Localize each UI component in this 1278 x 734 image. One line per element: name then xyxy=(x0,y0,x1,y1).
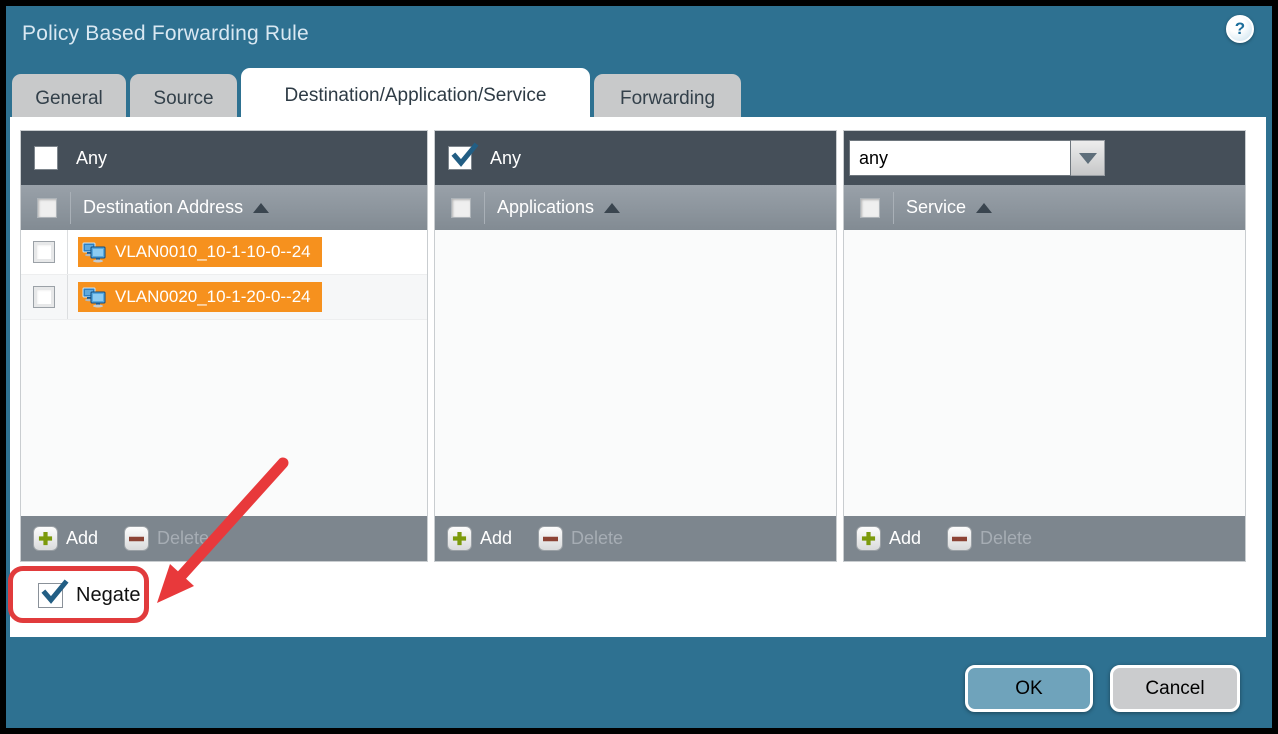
pbf-rule-dialog: Policy Based Forwarding Rule ? General S… xyxy=(6,6,1272,728)
negate-row: Negate xyxy=(38,583,141,608)
applications-any-label: Any xyxy=(490,148,521,169)
destination-toolbar: Add Delete xyxy=(21,516,427,561)
column-separator xyxy=(484,192,485,224)
applications-panel: Any Applications Add xyxy=(434,130,837,562)
destination-column-header-row: Destination Address xyxy=(21,185,427,230)
chevron-down-icon xyxy=(1079,153,1097,164)
applications-delete-button[interactable]: Delete xyxy=(538,526,623,551)
applications-select-all-checkbox[interactable] xyxy=(451,198,471,218)
screenshot-frame: Policy Based Forwarding Rule ? General S… xyxy=(0,0,1278,734)
tab-content: Any Destination Address xyxy=(10,117,1266,637)
sort-ascending-icon[interactable] xyxy=(976,203,992,213)
row-checkbox[interactable] xyxy=(33,241,55,263)
destination-panel: Any Destination Address xyxy=(20,130,428,562)
applications-any-bar: Any xyxy=(435,131,836,185)
row-checkbox-cell xyxy=(21,275,68,319)
service-toolbar: Add Delete xyxy=(844,516,1245,561)
destination-list: VLAN0010_10-1-10-0--24 xyxy=(21,230,427,516)
destination-column-header[interactable]: Destination Address xyxy=(83,197,243,218)
destination-select-all-checkbox[interactable] xyxy=(37,198,57,218)
applications-column-header-row: Applications xyxy=(435,185,836,230)
service-dropdown-value[interactable]: any xyxy=(849,140,1071,176)
help-icon[interactable]: ? xyxy=(1226,15,1254,43)
tab-forwarding[interactable]: Forwarding xyxy=(594,74,741,123)
destination-any-checkbox[interactable] xyxy=(34,146,58,170)
add-icon xyxy=(33,526,58,551)
delete-icon xyxy=(947,526,972,551)
address-object-chip[interactable]: VLAN0010_10-1-10-0--24 xyxy=(78,237,322,267)
destination-any-label: Any xyxy=(76,148,107,169)
sort-ascending-icon[interactable] xyxy=(604,203,620,213)
address-object-label: VLAN0010_10-1-10-0--24 xyxy=(115,242,311,262)
check-icon xyxy=(40,579,68,607)
service-list xyxy=(844,230,1245,516)
row-checkbox-cell xyxy=(21,230,68,274)
address-object-label: VLAN0020_10-1-20-0--24 xyxy=(115,287,311,307)
ok-button[interactable]: OK xyxy=(965,665,1093,712)
delete-icon xyxy=(124,526,149,551)
address-object-icon xyxy=(82,241,108,263)
table-row[interactable]: VLAN0010_10-1-10-0--24 xyxy=(21,230,427,275)
sort-ascending-icon[interactable] xyxy=(253,203,269,213)
column-separator xyxy=(70,192,71,224)
destination-delete-button[interactable]: Delete xyxy=(124,526,209,551)
column-separator xyxy=(893,192,894,224)
add-icon xyxy=(447,526,472,551)
tab-general[interactable]: General xyxy=(12,74,126,123)
service-delete-button[interactable]: Delete xyxy=(947,526,1032,551)
cancel-button[interactable]: Cancel xyxy=(1110,665,1240,712)
service-column-header[interactable]: Service xyxy=(906,197,966,218)
row-checkbox[interactable] xyxy=(33,286,55,308)
address-object-chip[interactable]: VLAN0020_10-1-20-0--24 xyxy=(78,282,322,312)
panels-container: Any Destination Address xyxy=(20,130,1246,562)
service-dropdown-bar: any xyxy=(844,131,1245,185)
service-dropdown: any xyxy=(849,140,1105,176)
tab-source[interactable]: Source xyxy=(130,74,237,123)
applications-toolbar: Add Delete xyxy=(435,516,836,561)
service-column-header-row: Service xyxy=(844,185,1245,230)
destination-add-button[interactable]: Add xyxy=(33,526,98,551)
negate-checkbox[interactable] xyxy=(38,583,63,608)
applications-column-header[interactable]: Applications xyxy=(497,197,594,218)
dialog-title: Policy Based Forwarding Rule xyxy=(22,6,309,64)
applications-list xyxy=(435,230,836,516)
address-object-icon xyxy=(82,286,108,308)
service-dropdown-button[interactable] xyxy=(1071,140,1105,176)
check-icon xyxy=(450,142,478,170)
table-row[interactable]: VLAN0020_10-1-20-0--24 xyxy=(21,275,427,320)
tab-destination-application-service[interactable]: Destination/Application/Service xyxy=(241,68,590,123)
service-select-all-checkbox[interactable] xyxy=(860,198,880,218)
destination-any-bar: Any xyxy=(21,131,427,185)
applications-any-checkbox[interactable] xyxy=(448,146,472,170)
negate-label: Negate xyxy=(76,584,141,607)
delete-icon xyxy=(538,526,563,551)
service-panel: any Service xyxy=(843,130,1246,562)
tab-bar: General Source Destination/Application/S… xyxy=(12,68,741,123)
add-icon xyxy=(856,526,881,551)
applications-add-button[interactable]: Add xyxy=(447,526,512,551)
service-add-button[interactable]: Add xyxy=(856,526,921,551)
